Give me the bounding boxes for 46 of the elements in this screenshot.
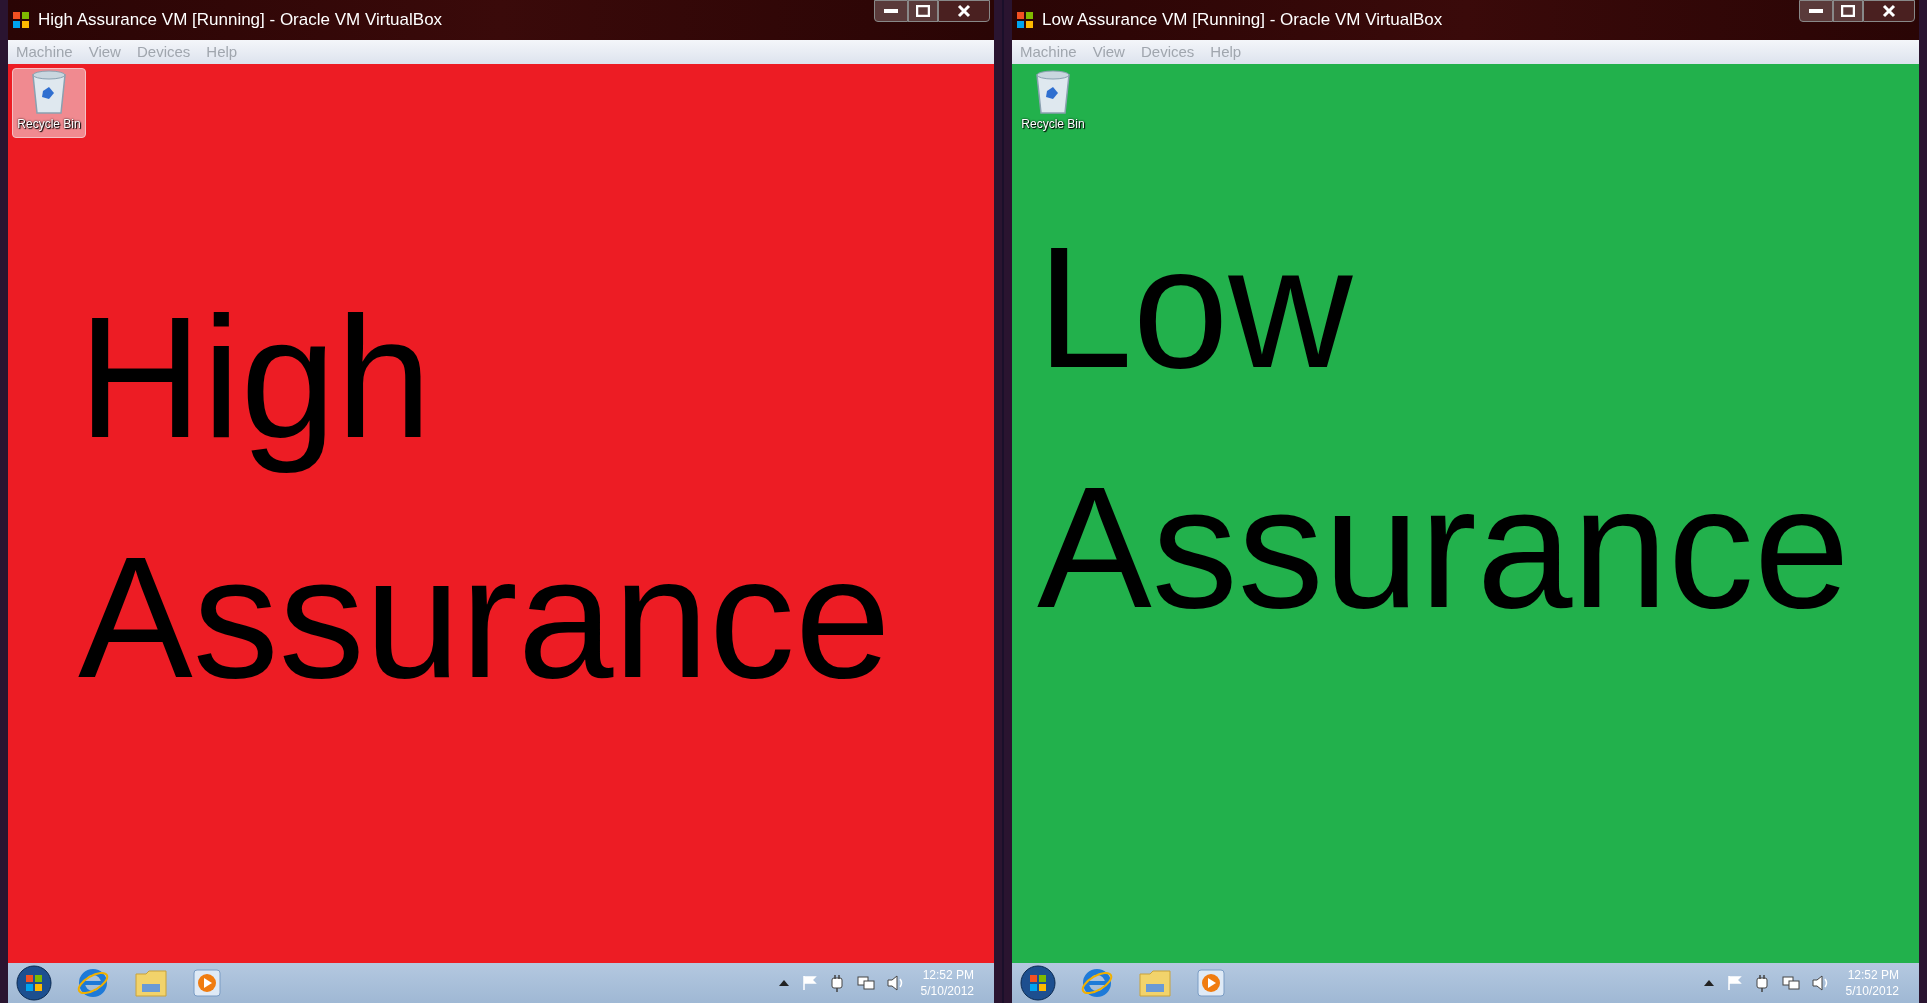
menu-item[interactable]: Devices (1140, 40, 1195, 64)
browser-icon[interactable] (76, 967, 110, 999)
maximize-button[interactable] (1833, 0, 1863, 22)
maximize-icon (1841, 5, 1855, 17)
network-icon[interactable] (856, 975, 875, 991)
show-hidden-icons-icon[interactable] (778, 980, 789, 986)
browser-icon[interactable] (1080, 967, 1114, 999)
close-icon (957, 4, 971, 18)
app-icon (12, 11, 30, 29)
network-icon[interactable] (1781, 975, 1800, 991)
start-orb-icon[interactable] (16, 965, 52, 1001)
window-title: High Assurance VM [Running] - Oracle VM VirtualBox (38, 9, 443, 32)
app-icon (1016, 11, 1034, 29)
menu-item[interactable]: Machine (1020, 40, 1077, 64)
desktop-message: Assurance (1037, 450, 1851, 645)
speaker-icon[interactable] (886, 975, 905, 991)
close-button[interactable] (938, 0, 990, 22)
desktop-message: Assurance (78, 520, 892, 715)
media-player-icon[interactable] (192, 968, 222, 998)
speaker-icon[interactable] (1811, 975, 1830, 991)
menu-item[interactable]: View (88, 40, 121, 64)
menu-item[interactable]: View (1092, 40, 1125, 64)
menu-item[interactable]: Help (206, 40, 238, 64)
recycle-bin-shortcut[interactable]: Recycle Bin (12, 68, 86, 138)
menu-item[interactable]: Devices (136, 40, 191, 64)
recycle-bin-icon (1033, 69, 1073, 115)
minimize-button[interactable] (874, 0, 908, 22)
close-icon (1882, 4, 1896, 18)
desktop-message: Low (1037, 210, 1354, 405)
recycle-bin-shortcut[interactable]: Recycle Bin (1016, 68, 1090, 138)
menu-item[interactable]: Help (1210, 40, 1242, 64)
desktop-message: High (78, 280, 433, 475)
media-player-icon[interactable] (1196, 968, 1226, 998)
maximize-button[interactable] (908, 0, 938, 22)
maximize-icon (916, 5, 930, 17)
clock[interactable]: 12:52 PM 5/10/2012 (1841, 967, 1911, 999)
minimize-icon (884, 9, 898, 13)
close-button[interactable] (1863, 0, 1915, 22)
recycle-bin-icon (29, 69, 69, 115)
minimize-icon (1809, 9, 1823, 13)
start-orb-icon[interactable] (1020, 965, 1056, 1001)
show-hidden-icons-icon[interactable] (1703, 980, 1714, 986)
menu-item[interactable]: Machine (16, 40, 73, 64)
window-title: Low Assurance VM [Running] - Oracle VM VirtualBox (1042, 9, 1443, 32)
minimize-button[interactable] (1799, 0, 1833, 22)
clock[interactable]: 12:52 PM 5/10/2012 (916, 967, 986, 999)
